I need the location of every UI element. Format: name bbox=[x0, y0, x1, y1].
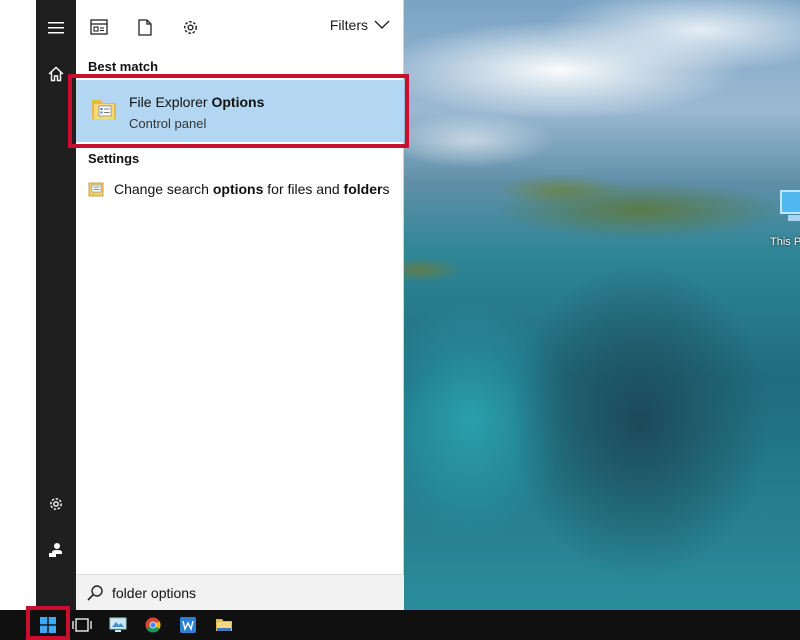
folder-settings-icon bbox=[88, 182, 104, 197]
settings-heading: Settings bbox=[88, 151, 140, 166]
desktop-icon-label: This P bbox=[770, 236, 800, 248]
search-input[interactable] bbox=[112, 581, 392, 605]
best-match-result-file-explorer-options[interactable]: File Explorer Options Control panel bbox=[76, 80, 404, 142]
task-view-button[interactable] bbox=[65, 610, 99, 640]
best-match-subtitle: Control panel bbox=[129, 116, 207, 131]
desktop-this-pc-shortcut[interactable]: This P bbox=[770, 190, 800, 250]
folder-options-icon bbox=[92, 100, 116, 119]
search-icon bbox=[87, 585, 103, 601]
remote-desktop-icon bbox=[109, 617, 127, 632]
documents-filter-button[interactable] bbox=[132, 14, 158, 40]
filters-label: Filters bbox=[329, 17, 368, 33]
taskbar-file-explorer[interactable] bbox=[207, 610, 241, 640]
monitor-icon bbox=[780, 190, 800, 214]
file-explorer-icon bbox=[216, 619, 232, 631]
left-margin bbox=[0, 0, 36, 610]
filters-dropdown[interactable]: Filters bbox=[330, 17, 390, 33]
user-feedback-icon bbox=[49, 543, 62, 557]
windows-start-icon bbox=[40, 617, 56, 633]
best-match-title: File Explorer Options bbox=[129, 94, 265, 110]
taskbar-word[interactable] bbox=[171, 610, 205, 640]
settings-gear-icon bbox=[183, 20, 197, 34]
settings-button[interactable] bbox=[36, 484, 76, 524]
settings-result-change-search-options[interactable]: Change search options for files and fold… bbox=[76, 176, 404, 204]
apps-filter-button[interactable] bbox=[86, 14, 112, 40]
search-toolbar: Filters bbox=[76, 0, 404, 54]
document-icon bbox=[138, 18, 152, 36]
hamburger-menu-icon bbox=[48, 22, 64, 34]
start-menu-rail bbox=[36, 0, 76, 610]
best-match-heading: Best match bbox=[88, 59, 159, 74]
start-button[interactable] bbox=[31, 610, 65, 640]
home-button[interactable] bbox=[36, 54, 76, 94]
settings-gear-icon bbox=[50, 498, 62, 510]
chrome-icon bbox=[145, 617, 161, 633]
hamburger-menu-button[interactable] bbox=[36, 8, 76, 48]
taskbar-remote-desktop[interactable] bbox=[101, 610, 135, 640]
taskbar bbox=[0, 610, 800, 640]
chevron-down-icon bbox=[374, 20, 390, 29]
taskbar-chrome[interactable] bbox=[136, 610, 170, 640]
search-results-panel: Filters Best match File Explorer Options… bbox=[76, 0, 404, 610]
apps-icon bbox=[90, 19, 108, 35]
settings-filter-button[interactable] bbox=[177, 14, 203, 40]
settings-result-label: Change search options for files and fold… bbox=[114, 181, 390, 197]
home-icon bbox=[48, 66, 64, 82]
feedback-button[interactable] bbox=[36, 530, 76, 570]
search-box[interactable] bbox=[76, 574, 404, 610]
word-icon bbox=[180, 617, 196, 633]
task-view-icon bbox=[72, 618, 92, 632]
